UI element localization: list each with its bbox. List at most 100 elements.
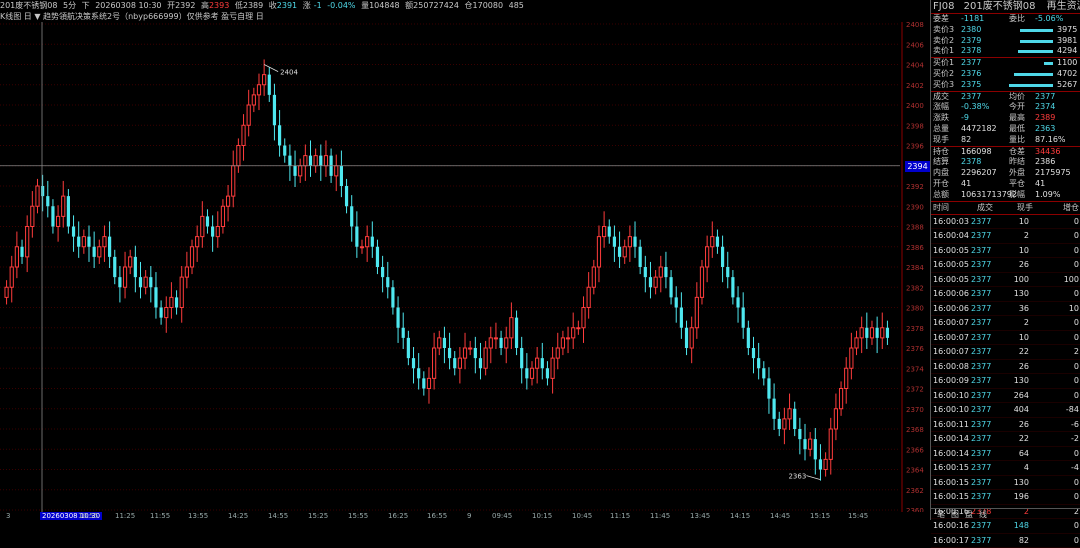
y-tick-label: 2378: [906, 325, 924, 333]
crosshair-price-label: 2394: [905, 160, 930, 172]
candle-body-down: [386, 277, 390, 288]
ask-row[interactable]: 卖价3 2380 3975: [931, 25, 1080, 36]
candle-body-down: [113, 256, 117, 278]
candle-body-up: [823, 458, 828, 470]
x-tick-label: 13:55: [188, 512, 209, 520]
trade-row: 16:00:03 2377 10 0: [931, 215, 1080, 230]
y-tick-label: 2408: [906, 22, 924, 29]
candle-body-up: [710, 236, 715, 248]
candle-body-down: [875, 327, 879, 338]
y-tick-label: 2376: [906, 345, 924, 353]
panel-tab[interactable]: 线: [979, 510, 987, 519]
candle-body-up: [859, 327, 864, 339]
trades-header: 时间 成交 现手 增仓: [931, 200, 1080, 215]
trade-price: 2377: [971, 390, 992, 400]
book-volume-bar: [1017, 50, 1053, 54]
candle-body-down: [370, 236, 374, 247]
candle-body-down: [762, 368, 766, 379]
book-price: 2377: [961, 58, 982, 68]
candle-body-up: [462, 347, 468, 359]
candle-body-down: [51, 206, 55, 227]
ask-row[interactable]: 卖价2 2379 3981: [931, 36, 1080, 47]
period-label[interactable]: 5分: [63, 1, 76, 10]
indicator-bar[interactable]: K线图 日 ▼ 趋势領航决策系统2号（nbyp666999）仅供参考 盈亏自理 …: [0, 11, 930, 22]
volume-value: 104848: [369, 1, 400, 10]
trades-list[interactable]: 16:00:03 2377 10 0 16:00:04 2377 2 0 16:00:05 237…: [931, 215, 1080, 548]
candle-body-up: [869, 327, 875, 339]
candle-body-down: [293, 165, 297, 176]
trade-row: 16:00:05 2377 10 0: [931, 244, 1080, 259]
candle-body-up: [61, 195, 66, 217]
candle-body-up: [55, 215, 61, 227]
candle-body-down: [138, 277, 143, 288]
stats-block-2: 持仓 166098 仓差 34436 结算 2378 昨结 2386 内盘 2296207 外盘 21…: [931, 145, 1080, 201]
kline-chart[interactable]: 2408 2406 2404 2402 2400 2398 2396 2394 2392 2390…: [0, 22, 930, 512]
candle-body-up: [200, 215, 205, 238]
candle-body-down: [664, 267, 668, 278]
candle-body-up: [359, 246, 365, 249]
min-price-label: 2363: [788, 473, 806, 481]
stat-row: 总额 10631713792 影幅 1.09%: [931, 190, 1080, 201]
stat-label-2: 外盘: [1009, 168, 1025, 178]
candle-body-up: [565, 337, 571, 340]
high-label: 高: [200, 1, 209, 10]
candle-body-up: [432, 347, 437, 379]
low-label: 低: [234, 1, 243, 10]
candle-body-down: [381, 267, 385, 278]
trade-price: 2377: [971, 332, 992, 342]
x-tick-label: 15:45: [848, 512, 869, 520]
x-tick-label: 15:25: [308, 512, 329, 520]
candle-body-down: [684, 327, 689, 348]
trade-oi: 0: [1073, 318, 1079, 328]
book-price: 2380: [961, 24, 982, 34]
panel-tab[interactable]: 图: [951, 510, 959, 519]
trade-price: 2377: [971, 361, 992, 371]
trade-oi: 0: [1073, 289, 1079, 299]
candle-body-down: [865, 327, 869, 338]
oi-value: 170080: [472, 1, 504, 10]
candle-body-down: [174, 297, 179, 308]
trade-volume: 10: [1018, 216, 1029, 226]
bid-row[interactable]: 买价1 2377 1100: [931, 58, 1080, 69]
trade-row: 16:00:09 2377 130 0: [931, 374, 1080, 389]
trade-time: 16:00:05: [933, 245, 969, 255]
bid-row[interactable]: 买价2 2376 4702: [931, 69, 1080, 80]
y-tick-label: 2386: [906, 244, 924, 252]
candle-body-up: [550, 357, 555, 379]
candle-body-up: [303, 155, 308, 167]
change-pct: -0.04%: [327, 1, 356, 10]
candle-body-up: [220, 205, 226, 227]
y-tick-label: 2396: [906, 143, 924, 151]
bar-datetime: 20260308 10:30: [95, 1, 162, 10]
candle-body-up: [699, 266, 705, 298]
candle-body-up: [468, 347, 473, 350]
volume-label: 量: [361, 1, 370, 10]
book-volume: 1100: [1057, 58, 1078, 68]
trade-volume: 4: [1023, 463, 1029, 473]
trade-volume: 196: [1013, 492, 1029, 502]
candle-body-up: [833, 408, 839, 430]
candle-body-up: [225, 195, 231, 207]
book-volume-bar: [1020, 39, 1053, 43]
candle-body-down: [339, 165, 343, 186]
trades-head-price: 成交: [977, 202, 993, 212]
candle-body-up: [689, 327, 694, 349]
trade-time: 16:00:16: [933, 521, 969, 531]
panel-tab[interactable]: 笔: [937, 510, 945, 519]
trade-price: 2377: [971, 303, 992, 313]
book-price: 2379: [961, 35, 982, 45]
candle-body-down: [277, 125, 282, 146]
bid-row[interactable]: 买价3 2375 5267: [931, 80, 1080, 91]
candle-body-up: [849, 347, 854, 369]
trade-volume: 26: [1018, 361, 1029, 371]
candle-body-up: [493, 337, 499, 340]
candle-body-down: [133, 256, 137, 278]
candle-body-up: [591, 266, 596, 288]
candle-body-up: [323, 155, 329, 167]
panel-tab[interactable]: 盘: [965, 510, 973, 519]
ask-row[interactable]: 卖价1 2378 4294: [931, 46, 1080, 57]
panel-tabs: 笔图盘线: [931, 508, 1080, 521]
candle-body-up: [844, 367, 849, 389]
x-tick-label: 14:45: [770, 512, 791, 520]
stat-value: 2296207: [961, 168, 997, 178]
